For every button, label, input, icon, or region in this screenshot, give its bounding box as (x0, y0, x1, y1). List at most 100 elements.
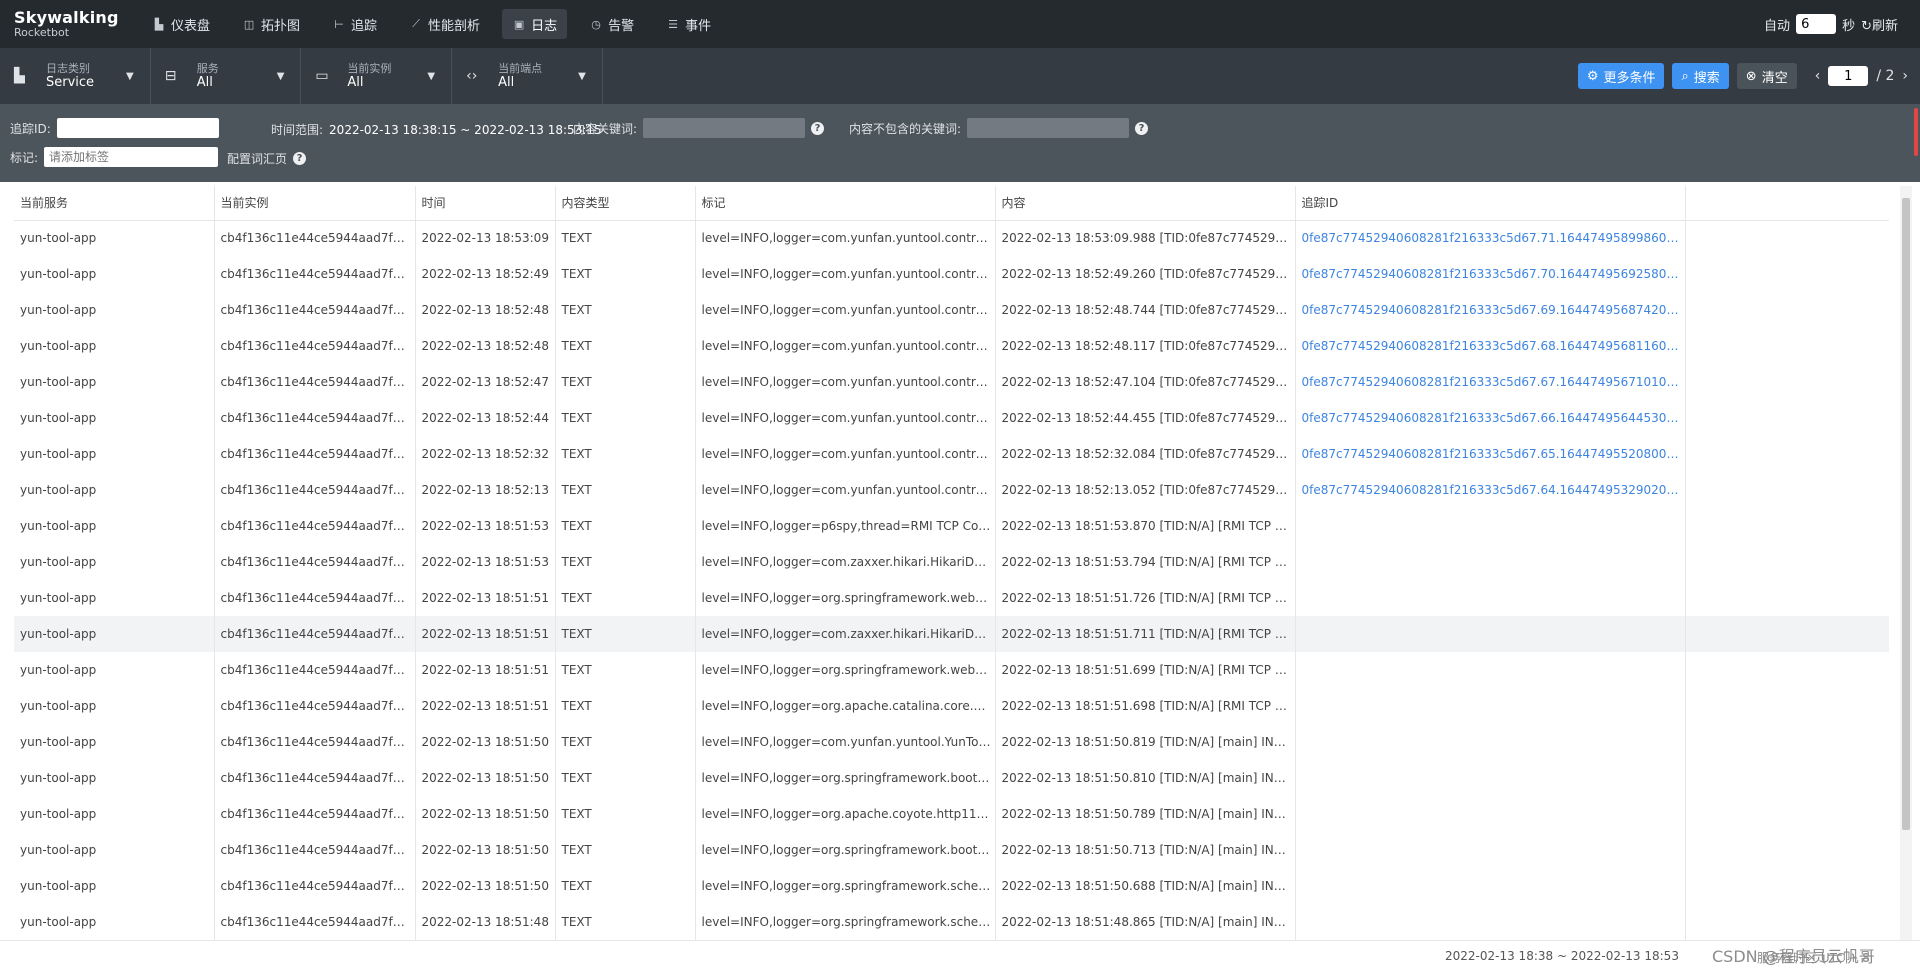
table-row[interactable]: yun-tool-app cb4f136c11e44ce5944aad7f9e..… (14, 328, 1889, 364)
chevron-down-icon: ▼ (578, 70, 586, 82)
condition-panel: 追踪ID: 时间范围: 2022-02-13 18:38:15 ~ 2022-0… (0, 104, 1920, 182)
table-cell: yun-tool-app (14, 508, 215, 544)
nav-event[interactable]: ☰ 事件 (656, 9, 721, 39)
exclude-keyword-label: 内容不包含的关键词: (849, 121, 962, 136)
table-row[interactable]: yun-tool-app cb4f136c11e44ce5944aad7f9e..… (14, 508, 1889, 544)
config-label[interactable]: 配置词汇页 (227, 150, 287, 167)
nav-profile[interactable]: ⟋ 性能剖析 (399, 9, 490, 39)
table-cell: 2022-02-13 18:51:53.870 [TID:N/A] [RMI T… (995, 508, 1296, 544)
trace-id-link[interactable]: 0fe87c77452940608281f216333c5d67.70.1644… (1295, 256, 1686, 292)
trace-id-link[interactable]: 0fe87c77452940608281f216333c5d67.64.1644… (1295, 472, 1686, 508)
exclude-keyword-input[interactable] (967, 118, 1130, 138)
trace-id-link[interactable]: 0fe87c77452940608281f216333c5d67.66.1644… (1295, 400, 1686, 436)
column-header[interactable]: 内容 (995, 186, 1296, 221)
table-cell: yun-tool-app (14, 832, 215, 868)
log-type-select[interactable]: ▙ 日志类别 Service ▼ (0, 48, 151, 104)
table-cell: yun-tool-app (14, 292, 215, 328)
trace-id-link[interactable]: 0fe87c77452940608281f216333c5d67.71.1644… (1295, 220, 1686, 256)
table-cell: 2022-02-13 18:51:50 (415, 832, 556, 868)
clear-button[interactable]: ⊗ 清空 (1736, 63, 1797, 89)
table-cell: TEXT (555, 400, 696, 436)
trace-id-link[interactable]: 0fe87c77452940608281f216333c5d67.65.1644… (1295, 436, 1686, 472)
table-row[interactable]: yun-tool-app cb4f136c11e44ce5944aad7f9e..… (14, 220, 1889, 256)
search-label: 搜索 (1693, 70, 1720, 86)
nav-alarm[interactable]: ◷ 告警 (579, 9, 644, 39)
column-header[interactable]: 时间 (415, 186, 556, 221)
help-icon[interactable]: ? (293, 152, 307, 165)
table-row[interactable]: yun-tool-app cb4f136c11e44ce5944aad7f9e..… (14, 544, 1889, 580)
prev-page-icon[interactable]: ‹ (1815, 68, 1821, 84)
table-row[interactable]: yun-tool-app cb4f136c11e44ce5944aad7f9e..… (14, 724, 1889, 760)
table-row[interactable]: yun-tool-app cb4f136c11e44ce5944aad7f9e..… (14, 472, 1889, 508)
search-button[interactable]: ⌕ 搜索 (1672, 63, 1729, 89)
refresh-button[interactable]: ↻刷新 (1861, 15, 1898, 34)
chart-icon: ▙ (14, 68, 25, 84)
column-header[interactable]: 当前服务 (14, 186, 215, 221)
table-cell: yun-tool-app (14, 544, 215, 580)
column-header[interactable]: 内容类型 (555, 186, 696, 221)
trace-id-link[interactable]: 0fe87c77452940608281f216333c5d67.67.1644… (1295, 364, 1686, 400)
next-page-icon[interactable]: › (1902, 68, 1908, 84)
time-range-value[interactable]: 2022-02-13 18:38:15 ~ 2022-02-13 18:53:1… (329, 123, 602, 137)
table-scrollbar[interactable] (1900, 186, 1912, 942)
service-value: All (196, 75, 213, 90)
table-cell: yun-tool-app (14, 904, 215, 940)
table-row[interactable]: yun-tool-app cb4f136c11e44ce5944aad7f9e..… (14, 256, 1889, 292)
trace-id-input[interactable] (56, 118, 219, 138)
tag-input[interactable] (44, 147, 219, 167)
service-label: 服务 (196, 62, 219, 75)
column-header[interactable]: 标记 (695, 186, 996, 221)
table-cell: 2022-02-13 18:51:53 (415, 508, 556, 544)
column-header[interactable]: 当前实例 (214, 186, 416, 221)
trace-id-link[interactable]: 0fe87c77452940608281f216333c5d67.69.1644… (1295, 292, 1686, 328)
table-cell: yun-tool-app (14, 220, 215, 256)
nav-topology[interactable]: ◫ 拓扑图 (232, 9, 310, 39)
table-cell: 2022-02-13 18:52:44 (415, 400, 556, 436)
event-icon: ☰ (668, 17, 679, 31)
nav-dashboard[interactable]: ▙ 仪表盘 (142, 9, 220, 39)
table-row[interactable]: yun-tool-app cb4f136c11e44ce5944aad7f9e..… (14, 868, 1889, 904)
table-row[interactable]: yun-tool-app cb4f136c11e44ce5944aad7f9e..… (14, 400, 1889, 436)
trace-id-link (1295, 760, 1686, 796)
service-icon: ⊟ (164, 68, 177, 84)
close-icon: ⊗ (1745, 68, 1757, 84)
table-row[interactable]: yun-tool-app cb4f136c11e44ce5944aad7f9e..… (14, 832, 1889, 868)
more-conditions-button[interactable]: ⚙ 更多条件 (1577, 63, 1665, 89)
table-row[interactable]: yun-tool-app cb4f136c11e44ce5944aad7f9e..… (14, 904, 1889, 940)
table-row[interactable]: yun-tool-app cb4f136c11e44ce5944aad7f9e..… (14, 796, 1889, 832)
table-cell: yun-tool-app (14, 616, 215, 652)
table-cell: yun-tool-app (14, 652, 215, 688)
table-row[interactable]: yun-tool-app cb4f136c11e44ce5944aad7f9e..… (14, 616, 1889, 652)
keyword-input[interactable] (643, 118, 806, 138)
filter-bar: ▙ 日志类别 Service ▼ ⊟ 服务 All ▼ ▭ 当前实例 All ▼ ‹›… (0, 48, 1920, 104)
nav-log[interactable]: ▣ 日志 (502, 9, 568, 39)
nav-trace[interactable]: ⊢ 追踪 (322, 9, 387, 39)
auto-refresh-interval-input[interactable] (1796, 14, 1837, 34)
table-row[interactable]: yun-tool-app cb4f136c11e44ce5944aad7f9e..… (14, 652, 1889, 688)
table-cell-empty (1685, 832, 1889, 868)
table-cell: level=INFO,logger=com.yunfan.yuntool.con… (695, 436, 996, 472)
endpoint-select[interactable]: ‹› 当前端点 All ▼ (452, 48, 603, 104)
help-icon[interactable]: ? (811, 121, 825, 135)
column-header[interactable]: 追踪ID (1295, 186, 1686, 221)
table-cell: level=INFO,logger=com.yunfan.yuntool.con… (695, 472, 996, 508)
table-cell: yun-tool-app (14, 328, 215, 364)
table-row[interactable]: yun-tool-app cb4f136c11e44ce5944aad7f9e..… (14, 580, 1889, 616)
table-cell-empty (1685, 364, 1889, 400)
instance-select[interactable]: ▭ 当前实例 All ▼ (301, 48, 453, 104)
logo[interactable]: Skywalking Rocketbot (0, 10, 130, 39)
table-row[interactable]: yun-tool-app cb4f136c11e44ce5944aad7f9e..… (14, 760, 1889, 796)
footer-time-range[interactable]: 2022-02-13 18:38 ~ 2022-02-13 18:53 (1445, 949, 1679, 963)
help-icon[interactable]: ? (1135, 121, 1149, 135)
page-input[interactable] (1828, 66, 1869, 86)
table-cell: level=INFO,logger=com.yunfan.yuntool.con… (695, 220, 996, 256)
trace-id-link[interactable]: 0fe87c77452940608281f216333c5d67.68.1644… (1295, 328, 1686, 364)
table-row[interactable]: yun-tool-app cb4f136c11e44ce5944aad7f9e..… (14, 688, 1889, 724)
table-row[interactable]: yun-tool-app cb4f136c11e44ce5944aad7f9e..… (14, 364, 1889, 400)
service-select[interactable]: ⊟ 服务 All ▼ (151, 48, 302, 104)
table-row[interactable]: yun-tool-app cb4f136c11e44ce5944aad7f9e..… (14, 436, 1889, 472)
table-cell: level=INFO,logger=org.springframework.bo… (695, 760, 996, 796)
table-row[interactable]: yun-tool-app cb4f136c11e44ce5944aad7f9e..… (14, 292, 1889, 328)
scrollbar-thumb[interactable] (1902, 198, 1910, 830)
table-cell: level=INFO,logger=org.springframework.sc… (695, 904, 996, 940)
